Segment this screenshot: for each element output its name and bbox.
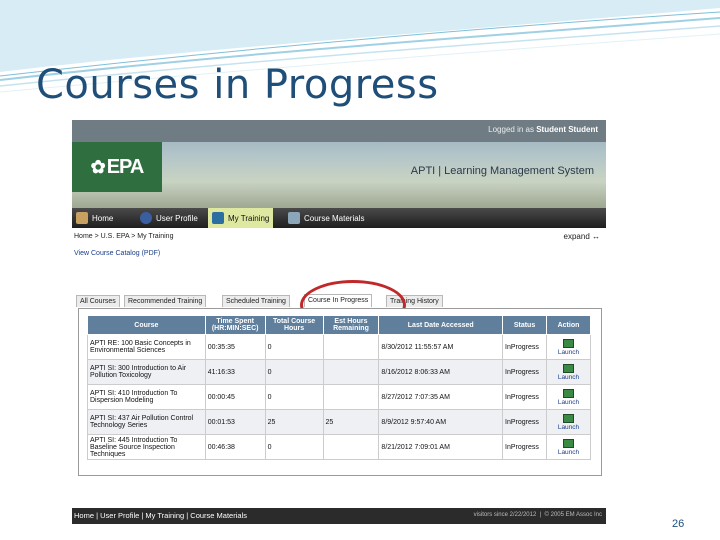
time-spent: 41:16:33 bbox=[204, 359, 266, 385]
time-spent: 00:46:38 bbox=[204, 434, 266, 460]
est-remaining: 25 bbox=[322, 409, 380, 435]
col-status: Status bbox=[502, 315, 547, 335]
total-hours: 0 bbox=[264, 434, 324, 460]
launch-button[interactable]: Launch bbox=[549, 413, 588, 431]
copyright: © 2005 EM Assoc Inc bbox=[544, 512, 602, 518]
total-hours: 25 bbox=[264, 409, 324, 435]
slide-page-number: 26 bbox=[672, 518, 685, 530]
slide-title: Courses in Progress bbox=[36, 62, 439, 108]
table-row: APTI RE: 100 Basic Concepts in Environme… bbox=[87, 334, 591, 360]
total-hours: 0 bbox=[264, 384, 324, 410]
last-accessed: 8/21/2012 7:09:01 AM bbox=[378, 434, 504, 460]
course-name: APTI SI: 445 Introduction To Baseline So… bbox=[87, 434, 206, 460]
est-remaining bbox=[322, 359, 380, 385]
status: InProgress bbox=[502, 334, 547, 360]
col-last-accessed: Last Date Accessed bbox=[378, 315, 504, 335]
footer-links[interactable]: Home | User Profile | My Training | Cour… bbox=[74, 511, 247, 520]
tab-scheduled-training[interactable]: Scheduled Training bbox=[222, 295, 290, 307]
col-time-spent: Time Spent (HR:MIN:SEC) bbox=[204, 315, 266, 335]
courses-table: Course Time Spent (HR:MIN:SEC) Total Cou… bbox=[87, 315, 591, 460]
launch-icon bbox=[563, 413, 574, 423]
course-name: APTI SI: 437 Air Pollution Control Techn… bbox=[87, 409, 206, 435]
table-header-row: Course Time Spent (HR:MIN:SEC) Total Cou… bbox=[87, 315, 591, 335]
table-row: APTI SI: 300 Introduction to Air Polluti… bbox=[87, 359, 591, 385]
last-accessed: 8/9/2012 9:57:40 AM bbox=[378, 409, 504, 435]
col-course: Course bbox=[87, 315, 206, 335]
tab-recommended-training[interactable]: Recommended Training bbox=[124, 295, 207, 307]
main-nav: Home User Profile My Training Course Mat… bbox=[72, 208, 606, 228]
est-remaining bbox=[322, 334, 380, 360]
download-icon bbox=[288, 212, 300, 224]
house-icon bbox=[76, 212, 88, 224]
breadcrumb[interactable]: Home > U.S. EPA > My Training bbox=[74, 233, 173, 240]
launch-button[interactable]: Launch bbox=[549, 338, 588, 356]
launch-button[interactable]: Launch bbox=[549, 438, 588, 456]
col-action: Action bbox=[546, 315, 591, 335]
table-row: APTI SI: 410 Introduction To Dispersion … bbox=[87, 384, 591, 410]
visitors-since: visitors since 2/22/2012 bbox=[473, 512, 537, 518]
training-icon bbox=[212, 212, 224, 224]
launch-icon bbox=[563, 438, 574, 448]
user-icon bbox=[140, 212, 152, 224]
nav-course-materials[interactable]: Course Materials bbox=[288, 208, 364, 228]
course-name: APTI SI: 410 Introduction To Dispersion … bbox=[87, 384, 206, 410]
time-spent: 00:35:35 bbox=[204, 334, 266, 360]
launch-icon bbox=[563, 363, 574, 373]
time-spent: 00:01:53 bbox=[204, 409, 266, 435]
lms-footer: Home | User Profile | My Training | Cour… bbox=[72, 508, 606, 524]
status: InProgress bbox=[502, 384, 547, 410]
lms-title: APTI | Learning Management System bbox=[410, 165, 594, 177]
col-est-remaining: Est Hours Remaining bbox=[322, 315, 380, 335]
expand-toggle[interactable]: expand ↔ bbox=[564, 232, 600, 241]
table-row: APTI SI: 445 Introduction To Baseline So… bbox=[87, 434, 591, 460]
col-total-hours: Total Course Hours bbox=[264, 315, 324, 335]
status: InProgress bbox=[502, 359, 547, 385]
est-remaining bbox=[322, 434, 380, 460]
epa-logo[interactable]: ✿ EPA bbox=[72, 142, 162, 192]
status: InProgress bbox=[502, 434, 547, 460]
launch-icon bbox=[563, 338, 574, 348]
user-name: Student Student bbox=[536, 125, 598, 134]
launch-icon bbox=[563, 388, 574, 398]
view-course-catalog-link[interactable]: View Course Catalog (PDF) bbox=[74, 250, 160, 257]
nav-user-profile[interactable]: User Profile bbox=[140, 208, 198, 228]
lms-banner: Logged in as Student Student ✿ EPA APTI … bbox=[72, 120, 606, 208]
total-hours: 0 bbox=[264, 334, 324, 360]
nav-my-training[interactable]: My Training bbox=[208, 208, 274, 228]
nav-home[interactable]: Home bbox=[76, 208, 113, 228]
last-accessed: 8/27/2012 7:07:35 AM bbox=[378, 384, 504, 410]
est-remaining bbox=[322, 384, 380, 410]
course-grid-panel: Course Time Spent (HR:MIN:SEC) Total Cou… bbox=[78, 308, 602, 476]
total-hours: 0 bbox=[264, 359, 324, 385]
tab-all-courses[interactable]: All Courses bbox=[76, 295, 120, 307]
status: InProgress bbox=[502, 409, 547, 435]
last-accessed: 8/16/2012 8:06:33 AM bbox=[378, 359, 504, 385]
logged-in-status: Logged in as Student Student bbox=[488, 125, 598, 134]
launch-button[interactable]: Launch bbox=[549, 388, 588, 406]
course-name: APTI SI: 300 Introduction to Air Polluti… bbox=[87, 359, 206, 385]
lms-screenshot: Logged in as Student Student ✿ EPA APTI … bbox=[72, 120, 606, 526]
last-accessed: 8/30/2012 11:55:57 AM bbox=[378, 334, 504, 360]
launch-button[interactable]: Launch bbox=[549, 363, 588, 381]
time-spent: 00:00:45 bbox=[204, 384, 266, 410]
course-name: APTI RE: 100 Basic Concepts in Environme… bbox=[87, 334, 206, 360]
epa-flower-icon: ✿ bbox=[90, 156, 106, 177]
footer-info: visitors since 2/22/2012 | © 2005 EM Ass… bbox=[473, 512, 602, 518]
table-row: APTI SI: 437 Air Pollution Control Techn… bbox=[87, 409, 591, 435]
